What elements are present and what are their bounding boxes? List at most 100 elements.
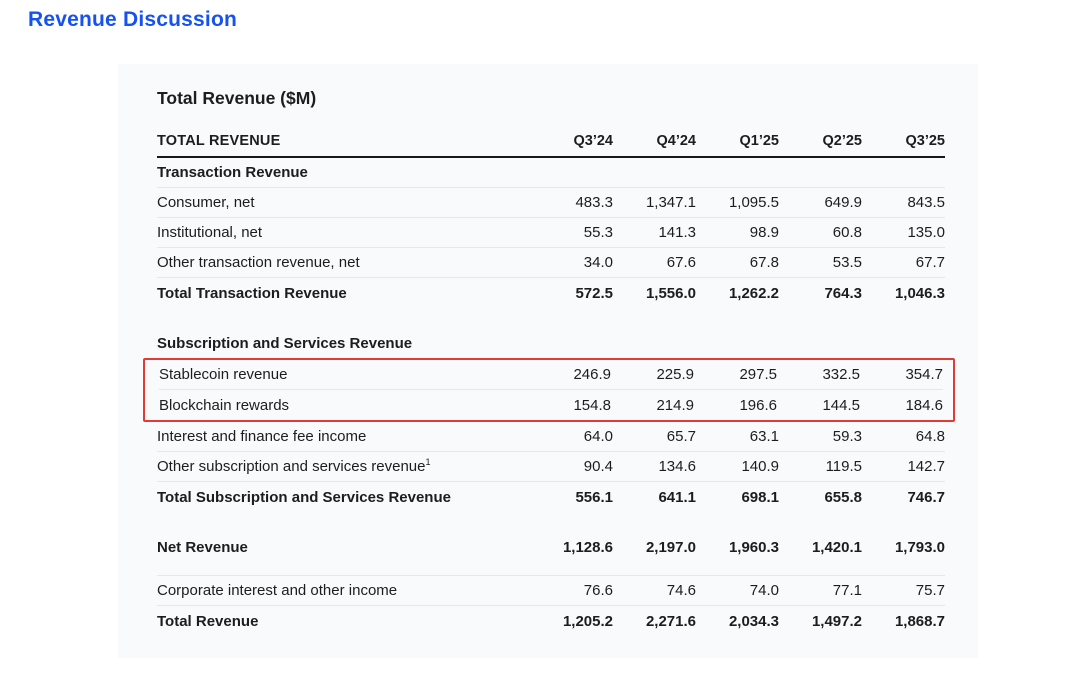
page-title: Revenue Discussion [28,8,237,32]
value-cell: 60.8 [779,224,862,241]
value-cell: 246.9 [528,366,611,383]
value-cell: 556.1 [530,489,613,506]
value-cell: 1,420.1 [779,539,862,556]
row-label: Blockchain rewards [159,397,528,414]
value-cell: 119.5 [779,458,862,475]
value-cell: 1,960.3 [696,539,779,556]
row-label: Transaction Revenue [157,164,945,181]
value-cell: 843.5 [862,194,945,211]
data-row: Blockchain rewards154.8214.9196.6144.518… [159,390,943,420]
row-label: Other subscription and services revenue1 [157,458,530,475]
data-row: Other subscription and services revenue1… [157,452,945,482]
value-cell: 34.0 [530,254,613,271]
row-label: Consumer, net [157,194,530,211]
row-label: Interest and finance fee income [157,428,530,445]
value-cell: 572.5 [530,285,613,302]
row-label: Institutional, net [157,224,530,241]
data-row: Interest and finance fee income64.065.76… [157,422,945,452]
value-cell: 55.3 [530,224,613,241]
column-header-q2-25: Q2’25 [779,133,862,149]
value-cell: 655.8 [779,489,862,506]
section-header-row: Transaction Revenue [157,158,945,188]
row-label: Subscription and Services Revenue [157,335,945,352]
column-header-q4-24: Q4’24 [613,133,696,149]
value-cell: 59.3 [779,428,862,445]
value-cell: 64.8 [862,428,945,445]
value-cell: 184.6 [860,397,943,414]
value-cell: 141.3 [613,224,696,241]
value-cell: 154.8 [528,397,611,414]
value-cell: 64.0 [530,428,613,445]
table-title: Total Revenue ($M) [157,88,945,109]
value-cell: 698.1 [696,489,779,506]
value-cell: 135.0 [862,224,945,241]
value-cell: 67.7 [862,254,945,271]
value-cell: 354.7 [860,366,943,383]
row-label: Other transaction revenue, net [157,254,530,271]
data-row: Institutional, net55.3141.398.960.8135.0 [157,218,945,248]
value-cell: 77.1 [779,582,862,599]
row-label: Total Revenue [157,613,530,630]
column-header-q3-24: Q3’24 [530,133,613,149]
value-cell: 1,793.0 [862,539,945,556]
highlight-annotation-box: Stablecoin revenue246.9225.9297.5332.535… [143,358,955,422]
spacer-line [157,562,945,576]
value-cell: 1,046.3 [862,285,945,302]
value-cell: 1,556.0 [613,285,696,302]
value-cell: 746.7 [862,489,945,506]
table-body: Transaction Revenue Consumer, net483.31,3… [157,158,945,636]
spacer [157,308,945,328]
value-cell: 53.5 [779,254,862,271]
value-cell: 74.0 [696,582,779,599]
section-header-row: Subscription and Services Revenue [157,328,945,358]
value-cell: 225.9 [611,366,694,383]
data-row: Stablecoin revenue246.9225.9297.5332.535… [159,360,943,390]
row-label: Stablecoin revenue [159,366,528,383]
data-row: Corporate interest and other income76.67… [157,576,945,606]
column-header-q3-25: Q3’25 [862,133,945,149]
column-header-q1-25: Q1’25 [696,133,779,149]
value-cell: 649.9 [779,194,862,211]
value-cell: 1,262.2 [696,285,779,302]
total-row: Total Revenue1,205.22,271.62,034.31,497.… [157,606,945,636]
value-cell: 1,205.2 [530,613,613,630]
value-cell: 2,034.3 [696,613,779,630]
row-label: Total Transaction Revenue [157,285,530,302]
row-label: Corporate interest and other income [157,582,530,599]
value-cell: 76.6 [530,582,613,599]
value-cell: 142.7 [862,458,945,475]
value-cell: 1,128.6 [530,539,613,556]
value-cell: 65.7 [613,428,696,445]
value-cell: 140.9 [696,458,779,475]
value-cell: 1,868.7 [862,613,945,630]
value-cell: 214.9 [611,397,694,414]
value-cell: 67.6 [613,254,696,271]
value-cell: 1,347.1 [613,194,696,211]
value-cell: 196.6 [694,397,777,414]
total-row: Net Revenue1,128.62,197.01,960.31,420.11… [157,532,945,562]
value-cell: 75.7 [862,582,945,599]
spacer [157,512,945,532]
total-row: Total Subscription and Services Revenue5… [157,482,945,512]
revenue-table-card: Total Revenue ($M) TOTAL REVENUE Q3’24 Q… [118,64,978,658]
table-header-label: TOTAL REVENUE [157,133,530,149]
value-cell: 67.8 [696,254,779,271]
row-label: Total Subscription and Services Revenue [157,489,530,506]
data-row: Consumer, net483.31,347.11,095.5649.9843… [157,188,945,218]
value-cell: 63.1 [696,428,779,445]
value-cell: 483.3 [530,194,613,211]
value-cell: 1,095.5 [696,194,779,211]
data-row: Other transaction revenue, net34.067.667… [157,248,945,278]
value-cell: 134.6 [613,458,696,475]
value-cell: 2,197.0 [613,539,696,556]
value-cell: 297.5 [694,366,777,383]
value-cell: 90.4 [530,458,613,475]
value-cell: 2,271.6 [613,613,696,630]
value-cell: 98.9 [696,224,779,241]
value-cell: 332.5 [777,366,860,383]
value-cell: 74.6 [613,582,696,599]
value-cell: 764.3 [779,285,862,302]
value-cell: 144.5 [777,397,860,414]
total-row: Total Transaction Revenue572.51,556.01,2… [157,278,945,308]
value-cell: 1,497.2 [779,613,862,630]
